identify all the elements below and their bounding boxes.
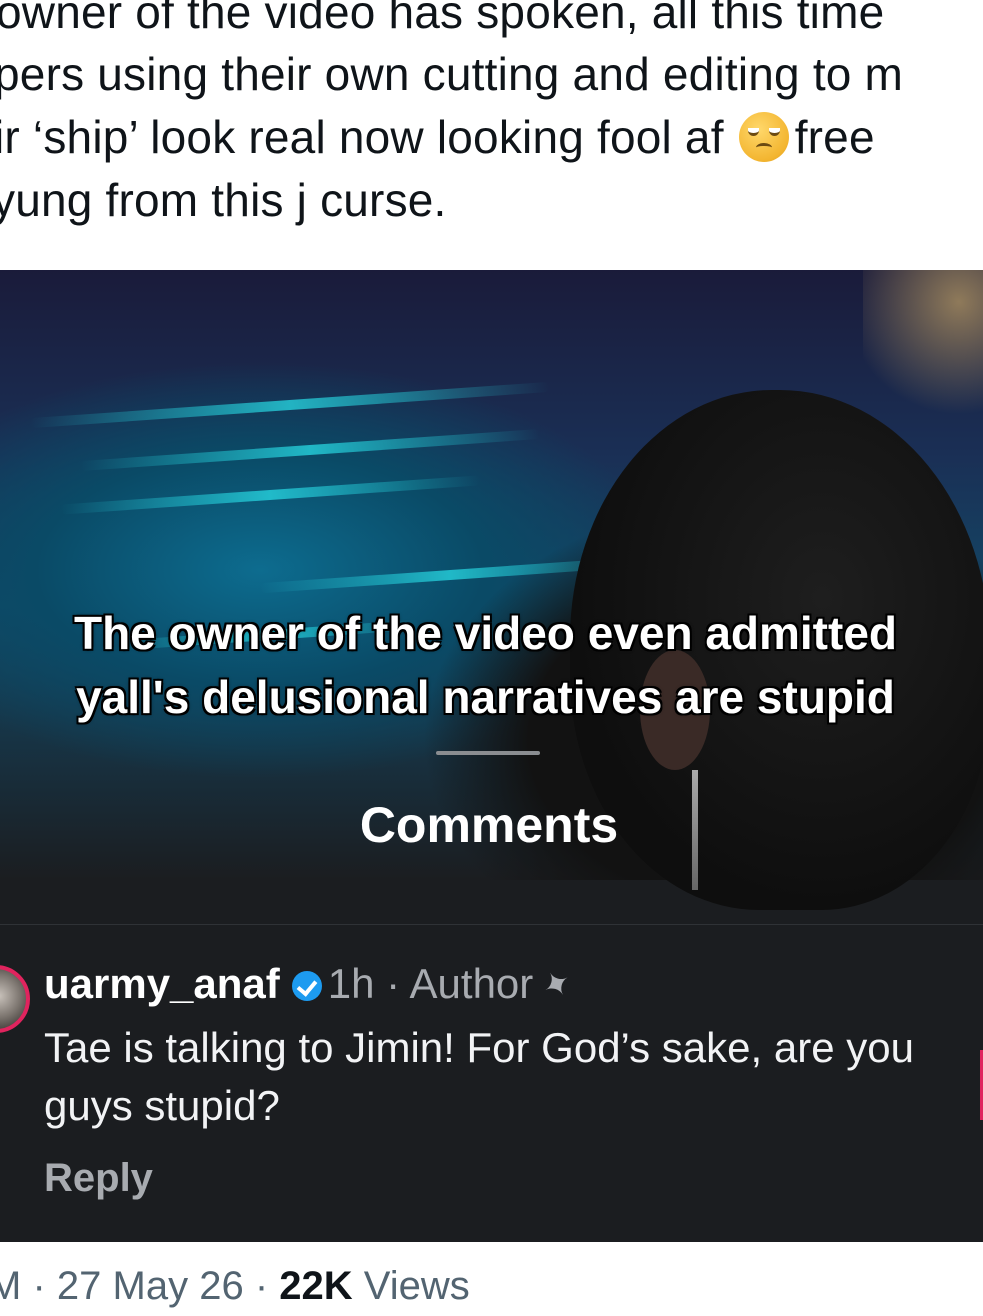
comments-title: Comments [359,797,619,853]
tweet-line-1: owner of the video has spoken, all this … [0,0,885,38]
tweet-text: owner of the video has spoken, all this … [0,0,983,270]
tweet-line-3-text: ir ‘ship’ look real now looking fool af [0,111,724,163]
tweet-line-4: yung from this j curse. [0,174,447,226]
pin-icon: ✦ [535,961,580,1009]
views-label: Views [363,1264,470,1308]
author-tag: Author [409,960,534,1007]
comment-text: Tae is talking to Jimin! For God’s sake,… [44,1024,914,1129]
comment-time: 1h [327,960,375,1007]
tweet-line-3-tail: free [794,111,875,163]
video-caption-line-2: yall's delusional narratives are stupid [76,671,895,723]
meta-separator: · [386,960,401,1007]
sheet-drag-handle[interactable] [436,751,540,755]
tweet-line-2: pers using their own cutting and editing… [0,48,904,100]
tweet-time: M [0,1264,22,1308]
footer-separator-2: · [254,1264,269,1308]
reply-button[interactable]: Reply [44,1150,153,1206]
tweet-footer: M · 27 May 26 · 22K Views [0,1256,470,1316]
footer-separator-1: · [32,1264,46,1308]
avatar[interactable] [0,965,30,1033]
verified-badge-icon [291,971,322,1001]
comment-username[interactable]: uarmy_anaf [44,960,280,1007]
pleading-face-emoji-icon [738,112,789,162]
tweet-date[interactable]: 27 May 26 [57,1264,244,1308]
tweet-line-3: ir ‘ship’ look real now looking fool af … [0,105,875,169]
comment-item: uarmy_anaf 1h · Author✦ Tae is talking to… [0,925,983,1242]
comment-meta: uarmy_anaf 1h · Author✦ [44,955,579,1013]
views-count: 22K [279,1264,353,1308]
video-frame[interactable] [0,270,983,910]
embedded-media[interactable]: The owner of the video even admitted yal… [0,270,983,1242]
video-caption-line-1: The owner of the video even admitted [73,607,897,659]
